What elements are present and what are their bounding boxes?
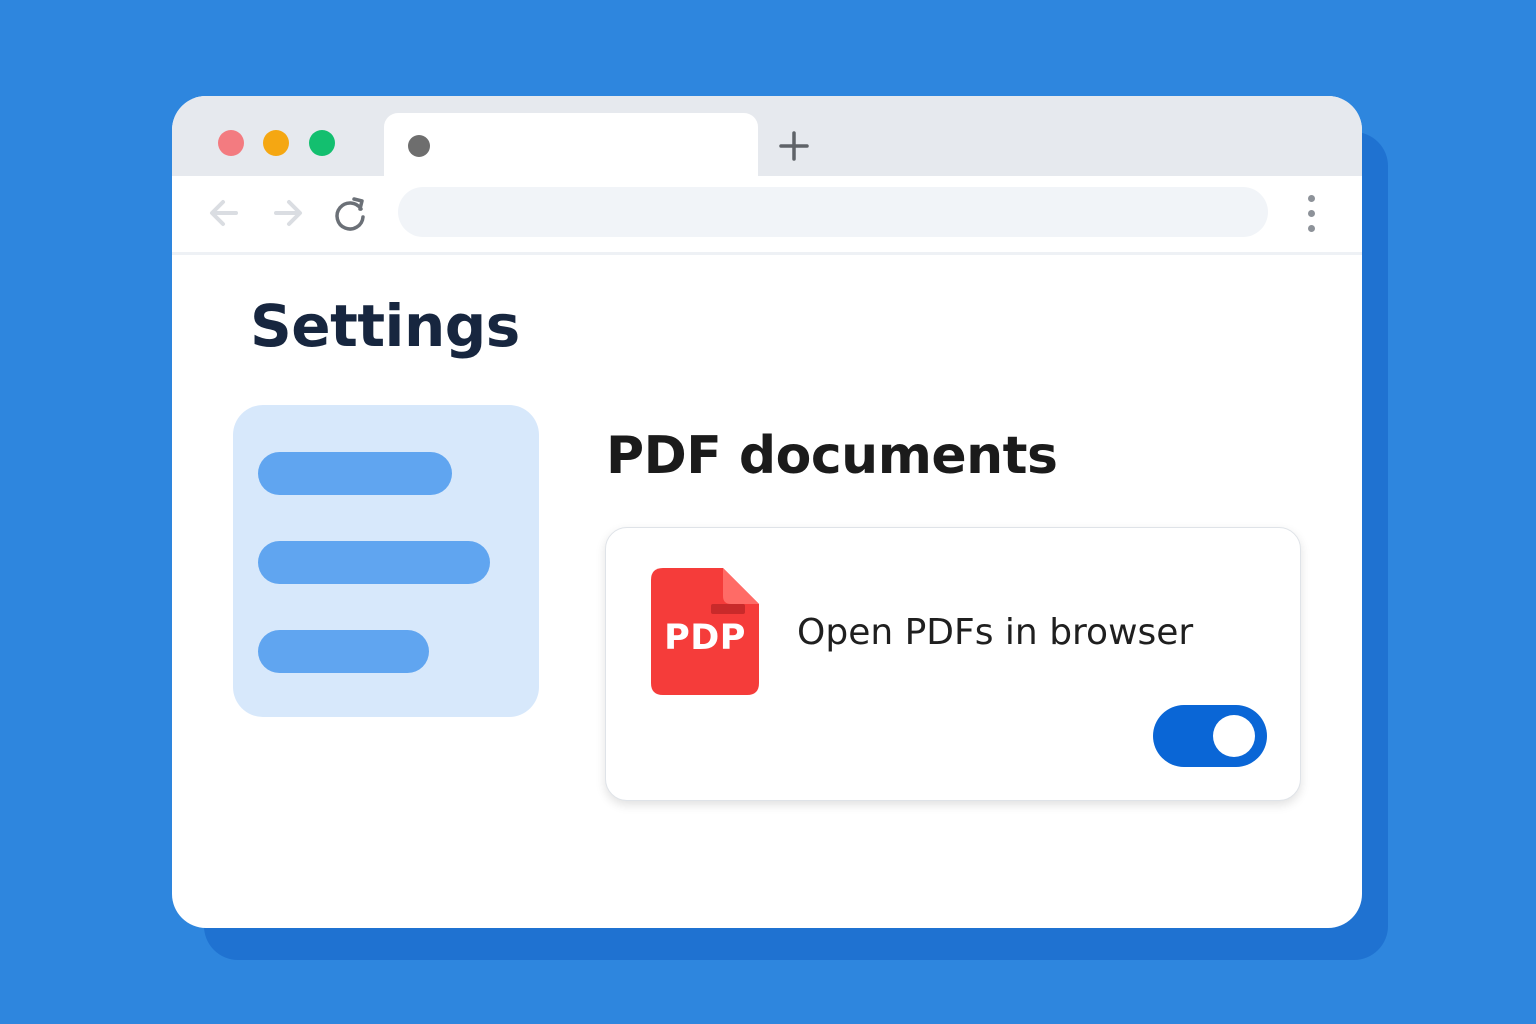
toggle-knob (1213, 715, 1255, 757)
open-pdfs-toggle[interactable] (1153, 705, 1267, 767)
window-maximize-button[interactable] (309, 130, 335, 156)
setting-label: Open PDFs in browser (797, 612, 1194, 653)
sidebar-item[interactable] (258, 452, 452, 495)
tab-strip (172, 96, 1362, 183)
window-minimize-button[interactable] (263, 130, 289, 156)
sidebar-item[interactable] (258, 630, 429, 673)
dot-icon (408, 135, 430, 157)
browser-toolbar (172, 176, 1362, 255)
arrow-right-icon[interactable] (268, 193, 308, 233)
sidebar-item[interactable] (258, 541, 490, 584)
pdf-file-icon: PDP (651, 568, 759, 695)
plus-icon[interactable] (776, 128, 812, 164)
pdf-icon-label: PDP (664, 618, 746, 658)
section-title: PDF documents (606, 426, 1058, 486)
arrow-left-icon[interactable] (204, 193, 244, 233)
reload-icon[interactable] (330, 193, 370, 233)
browser-window: Settings PDF documents PDP Open PDFs in … (172, 96, 1362, 928)
settings-sidebar (233, 405, 539, 717)
pdf-setting-card: PDP Open PDFs in browser (605, 527, 1301, 801)
page-title: Settings (250, 292, 520, 360)
address-bar[interactable] (398, 187, 1268, 237)
window-close-button[interactable] (218, 130, 244, 156)
active-tab[interactable] (384, 113, 758, 183)
vertical-dots-icon[interactable] (1300, 193, 1324, 235)
